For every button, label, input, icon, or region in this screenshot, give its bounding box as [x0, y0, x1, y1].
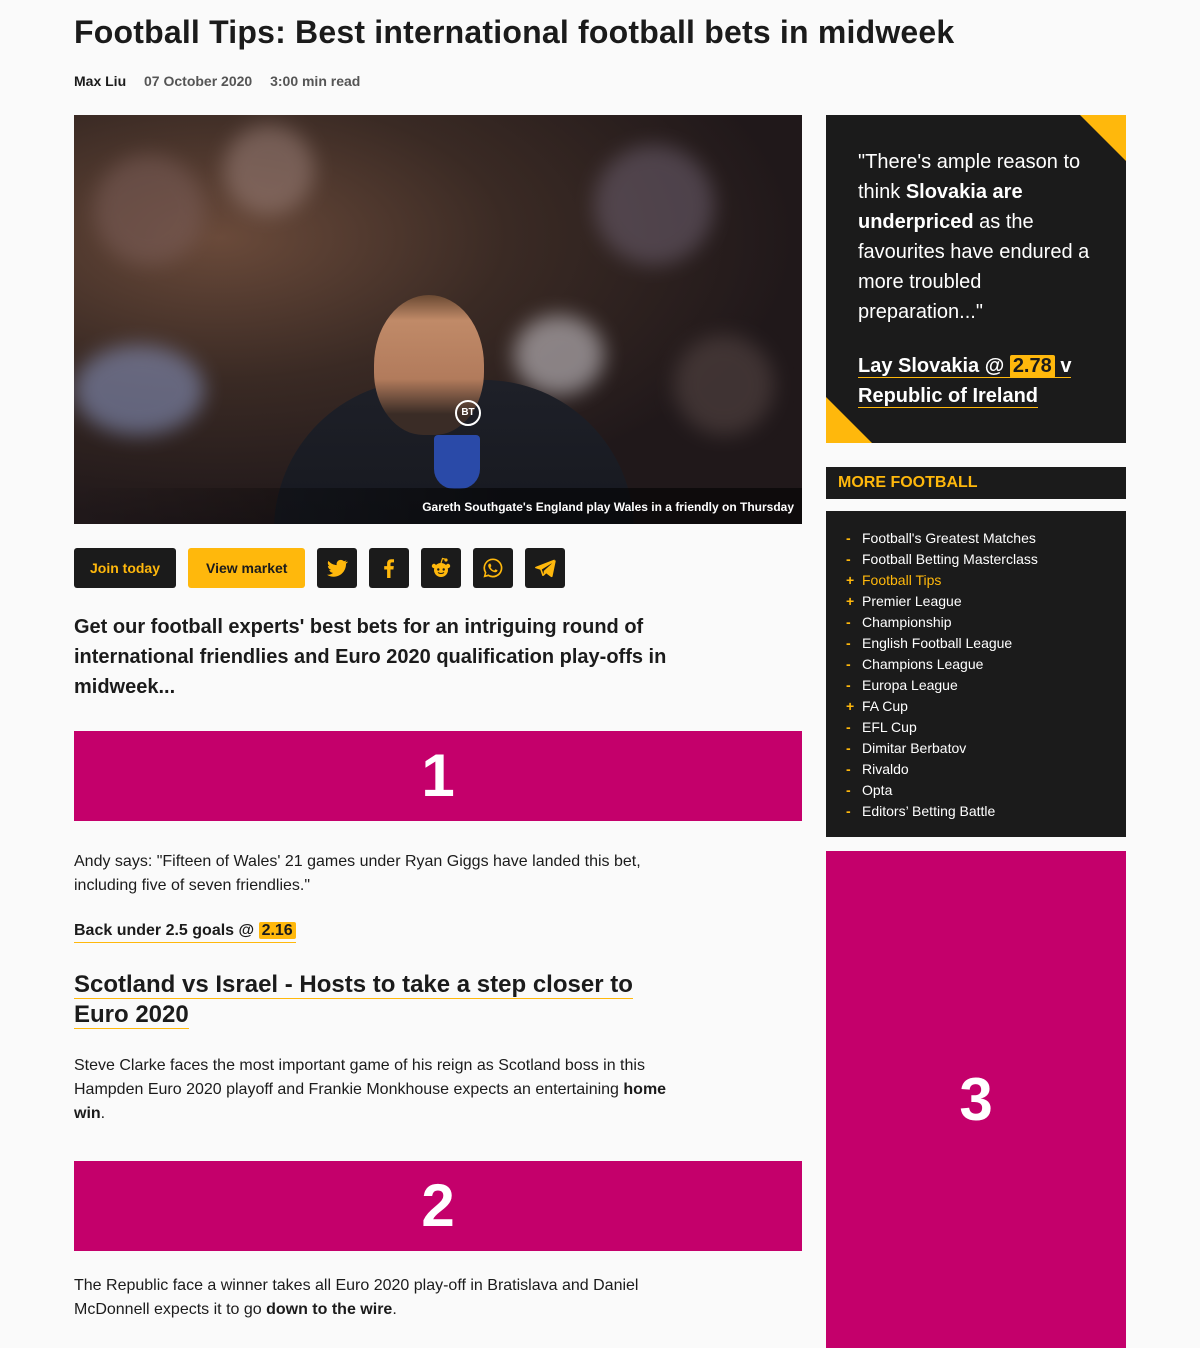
reddit-icon	[432, 557, 451, 577]
bullet-icon: -	[846, 635, 851, 651]
article-meta: Max Liu 07 October 2020 3:00 min read	[74, 73, 374, 89]
article-intro: Get our football experts' best bets for …	[74, 616, 667, 698]
cta-odds-badge: 2.78	[1009, 355, 1055, 378]
expand-icon: +	[846, 593, 855, 609]
image-caption: Gareth Southgate's England play Wales in…	[422, 500, 794, 514]
bullet-icon: -	[846, 551, 851, 567]
more-football-item-label: Opta	[862, 782, 893, 798]
bt-logo-icon: BT	[455, 400, 481, 426]
more-football-item[interactable]: - Editors’ Betting Battle	[846, 801, 1126, 822]
more-football-item-label: Editors’ Betting Battle	[862, 803, 996, 819]
section2-heading[interactable]: Scotland vs Israel - Hosts to take a ste…	[74, 970, 674, 1030]
more-football-item-label: Champions League	[862, 656, 984, 672]
more-football-item[interactable]: - Rivaldo	[846, 759, 1126, 780]
more-football-list: - Football's Greatest Matches - Football Be…	[826, 511, 1126, 837]
bullet-icon: -	[846, 530, 851, 546]
more-football-item[interactable]: - English Football League	[846, 633, 1126, 654]
more-football-heading: MORE FOOTBALL	[826, 467, 1126, 499]
more-football-item[interactable]: - EFL Cup	[846, 717, 1126, 738]
bullet-icon: -	[846, 614, 851, 630]
more-football-item-label: Football Betting Masterclass	[862, 551, 1038, 567]
telegram-icon	[535, 559, 557, 578]
bokeh-shape	[594, 145, 714, 265]
read-time: 3:00 min read	[270, 73, 361, 89]
bullet-icon: -	[846, 761, 851, 777]
bullet-icon: -	[846, 782, 851, 798]
view-market-button[interactable]: View market	[188, 548, 306, 588]
more-football-item[interactable]: - Champions League	[846, 654, 1126, 675]
section3-text-end: .	[392, 1301, 397, 1318]
section1-quote: Andy says: "Fifteen of Wales' 21 games u…	[74, 853, 641, 894]
bokeh-shape	[74, 345, 204, 435]
tip-quote-box: "There's ample reason to think Slovakia …	[826, 115, 1126, 443]
bullet-icon: -	[846, 719, 851, 735]
bullet-icon: -	[846, 803, 851, 819]
odds-badge: 2.16	[258, 922, 296, 939]
hero-image: BT Gareth Southgate's England play Wales…	[74, 115, 802, 524]
more-football-item[interactable]: - Europa League	[846, 675, 1126, 696]
bullet-icon: -	[846, 677, 851, 693]
more-football-item[interactable]: - Dimitar Berbatov	[846, 738, 1126, 759]
bet-number-3: 3	[826, 851, 1126, 1348]
bullet-icon: -	[846, 740, 851, 756]
bet-link-under-2-5[interactable]: Back under 2.5 goals @ 2.16	[74, 922, 296, 943]
facebook-icon	[384, 559, 395, 578]
more-football-item-label: Rivaldo	[862, 761, 909, 777]
author-name[interactable]: Max Liu	[74, 73, 126, 89]
more-football-item-label: Football's Greatest Matches	[862, 530, 1036, 546]
share-reddit-button[interactable]	[421, 548, 462, 588]
section2-text-start: Steve Clarke faces the most important ga…	[74, 1057, 645, 1098]
more-football-item[interactable]: - Football's Greatest Matches	[846, 528, 1126, 549]
more-football-item-label: English Football League	[862, 635, 1013, 651]
more-football-item-label: EFL Cup	[862, 719, 917, 735]
share-whatsapp-button[interactable]	[473, 548, 514, 588]
england-crest-icon	[434, 435, 480, 489]
join-today-button[interactable]: Join today	[74, 548, 177, 588]
bet-number-1: 1	[74, 731, 802, 821]
share-facebook-button[interactable]	[369, 548, 410, 588]
more-football-item-label: Championship	[862, 614, 952, 630]
more-football-item[interactable]: - Football Betting Masterclass	[846, 549, 1126, 570]
bet-label: Back under 2.5 goals @	[74, 922, 255, 939]
section3-text-bold: down to the wire	[266, 1301, 393, 1318]
more-football-item[interactable]: - Opta	[846, 780, 1126, 801]
section3-text: The Republic face a winner takes all Eur…	[74, 1274, 684, 1322]
lay-slovakia-link[interactable]: Lay Slovakia @ 2.78 v Republic of Irelan…	[858, 351, 1098, 411]
cta-text: Lay Slovakia @ 2.78 v Republic of Irelan…	[858, 355, 1072, 408]
publish-date: 07 October 2020	[144, 73, 253, 89]
action-bar: Join today View market	[74, 548, 566, 588]
tip-quote: "There's ample reason to think Slovakia …	[858, 147, 1103, 327]
bullet-icon: -	[846, 656, 851, 672]
more-football-item-label: Football Tips	[862, 572, 942, 588]
bokeh-shape	[94, 155, 204, 265]
more-football-item[interactable]: + Premier League	[846, 591, 1126, 612]
share-twitter-button[interactable]	[317, 548, 358, 588]
more-football-item-label: Europa League	[862, 677, 958, 693]
bokeh-shape	[224, 125, 314, 215]
cta-prefix: Lay Slovakia @	[858, 355, 1005, 378]
whatsapp-icon	[483, 558, 503, 578]
section2-text-end: .	[100, 1105, 106, 1122]
more-football-item-label: FA Cup	[862, 698, 908, 714]
expand-icon: +	[846, 698, 855, 714]
expand-icon: +	[846, 572, 855, 588]
section2-heading-text: Scotland vs Israel - Hosts to take a ste…	[74, 971, 633, 1029]
more-football-item-label: Premier League	[862, 593, 962, 609]
section2-text: Steve Clarke faces the most important ga…	[74, 1054, 684, 1126]
page-title: Football Tips: Best international footba…	[74, 14, 955, 50]
bokeh-shape	[674, 335, 774, 435]
twitter-icon	[327, 559, 349, 577]
share-telegram-button[interactable]	[525, 548, 566, 588]
more-football-item-label: Dimitar Berbatov	[862, 740, 967, 756]
bokeh-shape	[514, 315, 604, 395]
more-football-item[interactable]: + FA Cup	[846, 696, 1126, 717]
more-football-item[interactable]: + Football Tips	[846, 570, 1126, 591]
more-football-item[interactable]: - Championship	[846, 612, 1126, 633]
bet-number-2: 2	[74, 1161, 802, 1251]
